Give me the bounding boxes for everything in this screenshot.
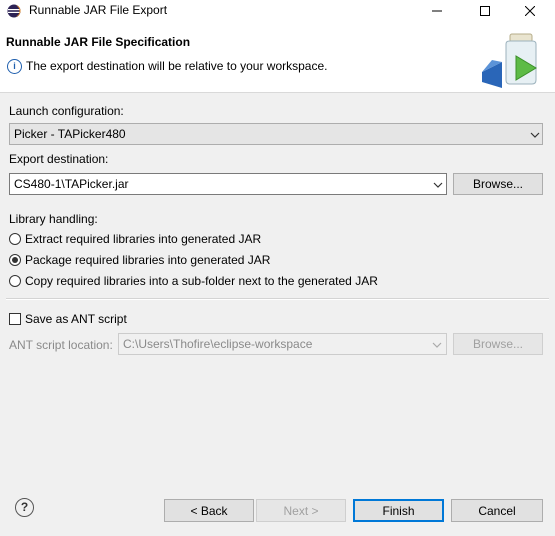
launch-config-select[interactable]: Picker - TAPicker480 — [9, 123, 543, 145]
maximize-icon — [480, 6, 490, 16]
eclipse-icon — [7, 4, 21, 18]
page-title: Runnable JAR File Specification — [6, 35, 191, 49]
package-libraries-label[interactable]: Package required libraries into generate… — [25, 253, 270, 267]
package-libraries-radio[interactable] — [9, 254, 21, 266]
export-destination-combo[interactable]: CS480-1\TAPicker.jar — [9, 173, 447, 195]
launch-config-label: Launch configuration: — [9, 104, 124, 118]
jar-export-icon — [482, 33, 537, 88]
copy-libraries-label[interactable]: Copy required libraries into a sub-folde… — [25, 274, 378, 288]
ant-location-combo[interactable]: C:\Users\Thofire\eclipse-workspace — [118, 333, 447, 355]
export-destination-label: Export destination: — [9, 152, 109, 166]
chevron-down-icon — [530, 132, 540, 138]
wizard-header: Runnable JAR File Specification i The ex… — [0, 22, 555, 93]
minimize-icon — [432, 10, 442, 12]
copy-libraries-radio[interactable] — [9, 275, 21, 287]
title-bar: Runnable JAR File Export — [0, 0, 555, 22]
save-ant-script-label[interactable]: Save as ANT script — [25, 312, 127, 326]
minimize-button[interactable] — [414, 0, 460, 22]
cancel-button[interactable]: Cancel — [451, 499, 543, 522]
close-button[interactable] — [507, 0, 553, 22]
help-icon[interactable]: ? — [15, 498, 34, 517]
header-message: The export destination will be relative … — [26, 59, 328, 73]
export-destination-value: CS480-1\TAPicker.jar — [14, 177, 129, 191]
window-title: Runnable JAR File Export — [29, 3, 168, 17]
save-ant-script-checkbox[interactable] — [9, 313, 21, 325]
ant-browse-button[interactable]: Browse... — [453, 333, 543, 355]
ant-location-value: C:\Users\Thofire\eclipse-workspace — [123, 337, 313, 351]
export-browse-button[interactable]: Browse... — [453, 173, 543, 195]
close-icon — [525, 6, 535, 16]
ant-location-label: ANT script location: — [9, 338, 113, 352]
launch-config-value: Picker - TAPicker480 — [14, 127, 126, 141]
back-button[interactable]: < Back — [164, 499, 254, 522]
chevron-down-icon — [432, 342, 442, 348]
separator — [6, 298, 549, 300]
info-icon: i — [7, 59, 22, 74]
maximize-button[interactable] — [462, 0, 508, 22]
library-handling-label: Library handling: — [9, 212, 98, 226]
chevron-down-icon — [433, 182, 443, 188]
radio-selected-dot — [12, 257, 18, 263]
extract-libraries-label[interactable]: Extract required libraries into generate… — [25, 232, 261, 246]
next-button[interactable]: Next > — [256, 499, 346, 522]
finish-button[interactable]: Finish — [353, 499, 444, 522]
extract-libraries-radio[interactable] — [9, 233, 21, 245]
